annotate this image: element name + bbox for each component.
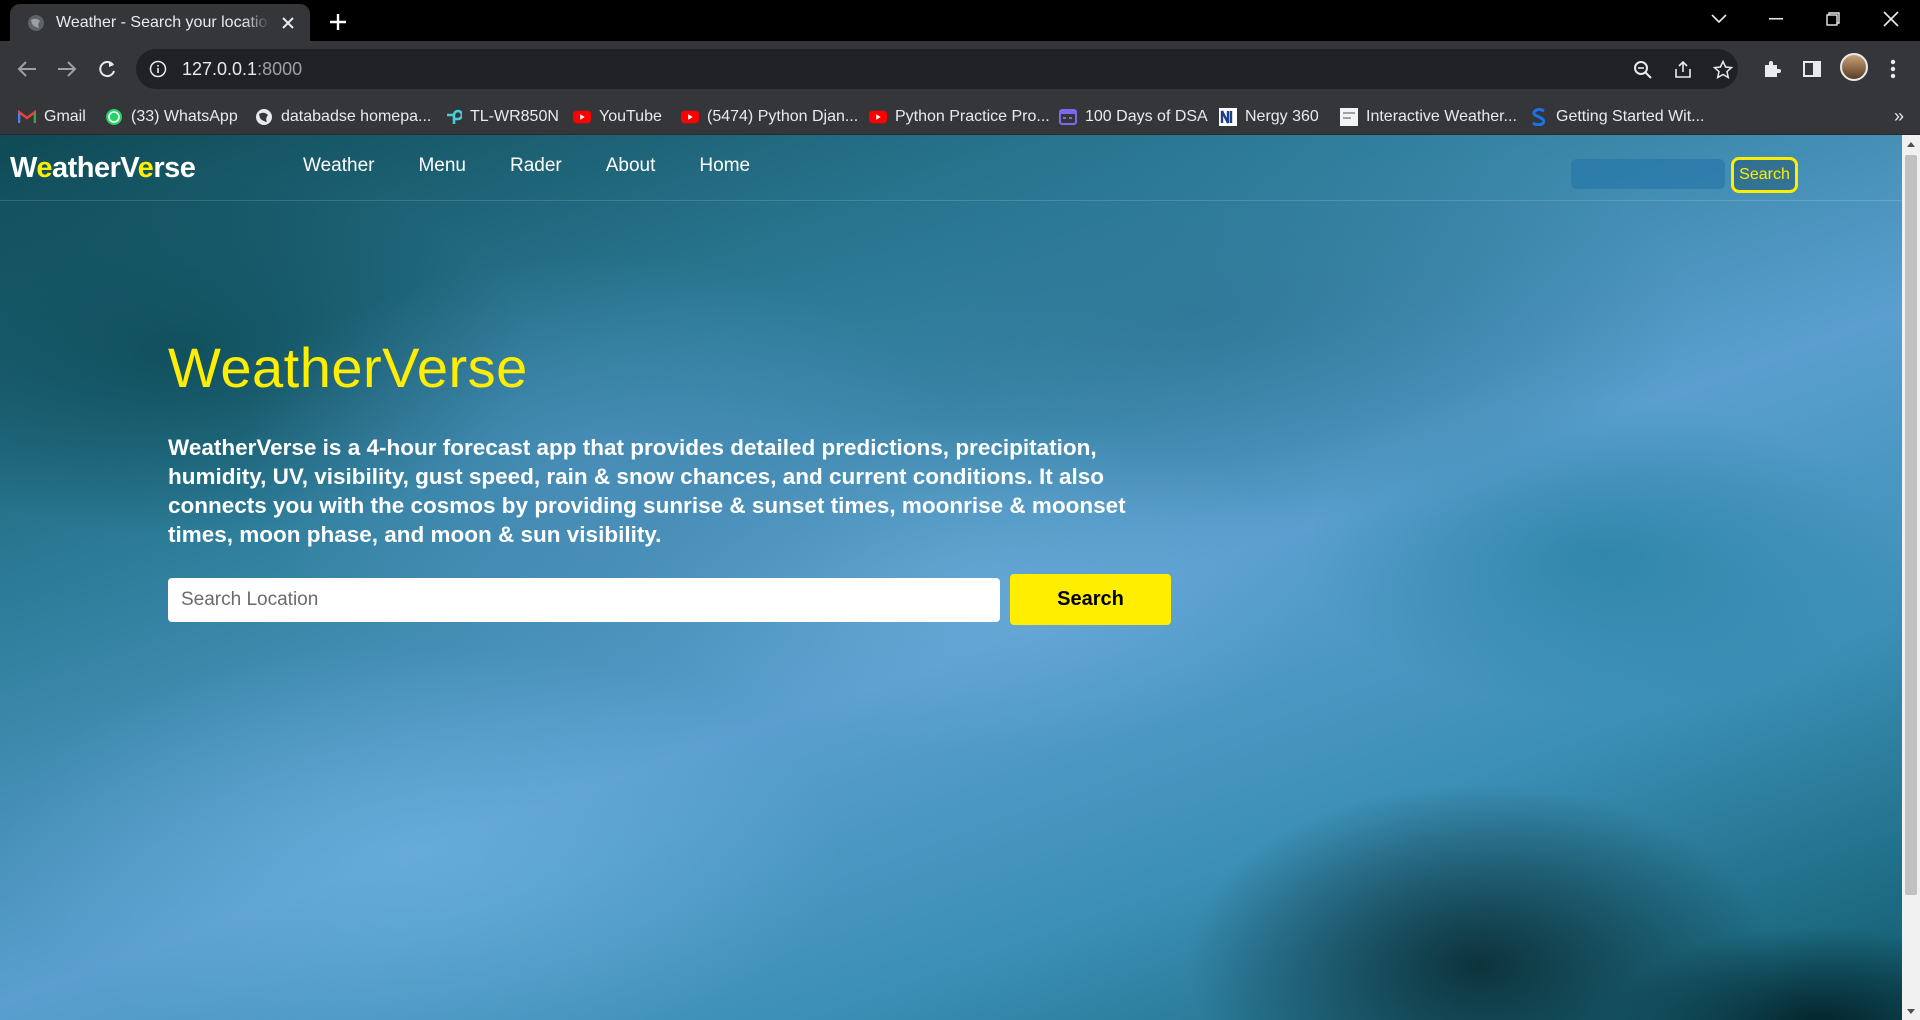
youtube-icon xyxy=(573,108,591,126)
bookmark-label: TL-WR850N xyxy=(470,107,559,125)
page-viewport: WeatherVerse Weather Menu Rader About Ho… xyxy=(0,135,1902,1020)
nav-link-weather[interactable]: Weather xyxy=(303,155,374,177)
new-tab-button[interactable] xyxy=(324,9,352,35)
site-navbar: WeatherVerse Weather Menu Rader About Ho… xyxy=(0,135,1902,201)
url-port: :8000 xyxy=(257,58,303,79)
bookmarks-bar: Gmail (33) WhatsApp databadse homepa... … xyxy=(0,98,1920,135)
youtube-icon xyxy=(869,108,887,126)
bookmark-label: Gmail xyxy=(44,107,86,125)
location-search-button[interactable]: Search xyxy=(1010,574,1171,625)
nav-links: Weather Menu Rader About Home xyxy=(303,155,750,177)
bookmark-label: databadse homepa... xyxy=(281,107,432,125)
nav-link-menu[interactable]: Menu xyxy=(418,155,466,177)
profile-avatar[interactable] xyxy=(1840,53,1868,81)
share-icon[interactable] xyxy=(1672,59,1694,81)
logo-part-accent: e xyxy=(36,152,52,184)
bookmark-100-days-dsa[interactable]: 100 Days of DSA xyxy=(1059,98,1208,135)
scroll-up-arrow-icon[interactable] xyxy=(1902,135,1920,153)
bookmark-youtube[interactable]: YouTube xyxy=(573,98,662,135)
bookmark-interactive-weather[interactable]: Interactive Weather... xyxy=(1340,98,1517,135)
bookmark-label: Python Practice Pro... xyxy=(895,107,1050,125)
more-vert-icon[interactable] xyxy=(1880,56,1906,82)
hero-description: WeatherVerse is a 4-hour forecast app th… xyxy=(168,435,1126,547)
address-url: 127.0.0.1:8000 xyxy=(182,59,302,80)
nav-search-button[interactable]: Search xyxy=(1731,157,1798,193)
youtube-icon xyxy=(681,108,699,126)
nav-link-about[interactable]: About xyxy=(606,155,656,177)
nav-link-home[interactable]: Home xyxy=(699,155,750,177)
scroll-down-arrow-icon[interactable] xyxy=(1902,1002,1920,1020)
browser-toolbar: 127.0.0.1:8000 xyxy=(0,41,1920,98)
bookmark-gmail[interactable]: Gmail xyxy=(18,98,86,135)
bookmark-whatsapp[interactable]: (33) WhatsApp xyxy=(105,98,238,135)
globe-icon xyxy=(255,108,273,126)
minimize-icon[interactable] xyxy=(1756,0,1796,38)
side-panel-icon[interactable] xyxy=(1799,56,1825,82)
browser-tab-bar: Weather - Search your location to get th… xyxy=(0,0,1920,41)
reload-icon[interactable] xyxy=(93,55,121,83)
chevron-double-right-icon[interactable]: » xyxy=(1894,106,1904,127)
s-logo-icon xyxy=(1530,107,1548,126)
globe-icon xyxy=(26,13,46,33)
calendar-icon xyxy=(1059,108,1077,126)
close-icon[interactable] xyxy=(278,13,298,33)
logo-part: atherV xyxy=(52,152,138,184)
bookmark-python-practice[interactable]: Python Practice Pro... xyxy=(869,98,1050,135)
nav-link-rader[interactable]: Rader xyxy=(510,155,562,177)
page-icon xyxy=(1340,107,1358,126)
star-icon[interactable] xyxy=(1712,59,1734,81)
logo-part-accent: e xyxy=(137,152,154,184)
bookmark-databadse[interactable]: databadse homepa... xyxy=(255,98,431,135)
location-search-input[interactable] xyxy=(168,578,1000,622)
logo-part: rse xyxy=(153,152,196,184)
bookmark-label: (33) WhatsApp xyxy=(131,107,238,125)
bookmark-tl-wr850n[interactable]: TL-WR850N xyxy=(444,98,559,135)
gmail-icon xyxy=(18,108,36,126)
restore-icon[interactable] xyxy=(1813,0,1853,38)
nav-search-input[interactable] xyxy=(1571,159,1725,189)
bookmark-getting-started[interactable]: Getting Started Wit... xyxy=(1530,98,1705,135)
scrollbar-thumb[interactable] xyxy=(1905,155,1917,895)
chevron-down-icon[interactable] xyxy=(1699,0,1739,38)
nergy-icon xyxy=(1219,107,1237,126)
extensions-icon[interactable] xyxy=(1759,56,1785,82)
bookmark-label: 100 Days of DSA xyxy=(1085,107,1208,125)
bookmark-python-django[interactable]: (5474) Python Djan... xyxy=(681,98,858,135)
hero-title: WeatherVerse xyxy=(168,336,528,399)
bookmark-nergy-360[interactable]: Nergy 360 xyxy=(1219,98,1319,135)
bookmark-label: Getting Started Wit... xyxy=(1556,107,1705,125)
bookmark-label: (5474) Python Djan... xyxy=(707,107,859,125)
whatsapp-icon xyxy=(105,108,123,126)
page-scrollbar[interactable] xyxy=(1902,135,1920,1020)
bookmark-label: YouTube xyxy=(599,107,662,125)
tab-title: Weather - Search your location to get th… xyxy=(56,13,270,31)
bookmark-label: Nergy 360 xyxy=(1245,107,1319,125)
window-close-icon[interactable] xyxy=(1871,0,1911,38)
site-info-icon[interactable] xyxy=(148,59,168,79)
url-host: 127.0.0.1 xyxy=(182,58,258,79)
address-bar[interactable]: 127.0.0.1:8000 xyxy=(136,49,1738,89)
zoom-icon[interactable] xyxy=(1632,59,1654,81)
logo-part: W xyxy=(10,152,37,184)
browser-tab[interactable]: Weather - Search your location to get th… xyxy=(10,4,310,41)
site-logo[interactable]: WeatherVerse xyxy=(10,152,196,185)
forward-arrow-icon[interactable] xyxy=(53,55,81,83)
tplink-icon xyxy=(444,108,462,126)
back-arrow-icon[interactable] xyxy=(13,55,41,83)
bookmark-label: Interactive Weather... xyxy=(1366,107,1517,125)
